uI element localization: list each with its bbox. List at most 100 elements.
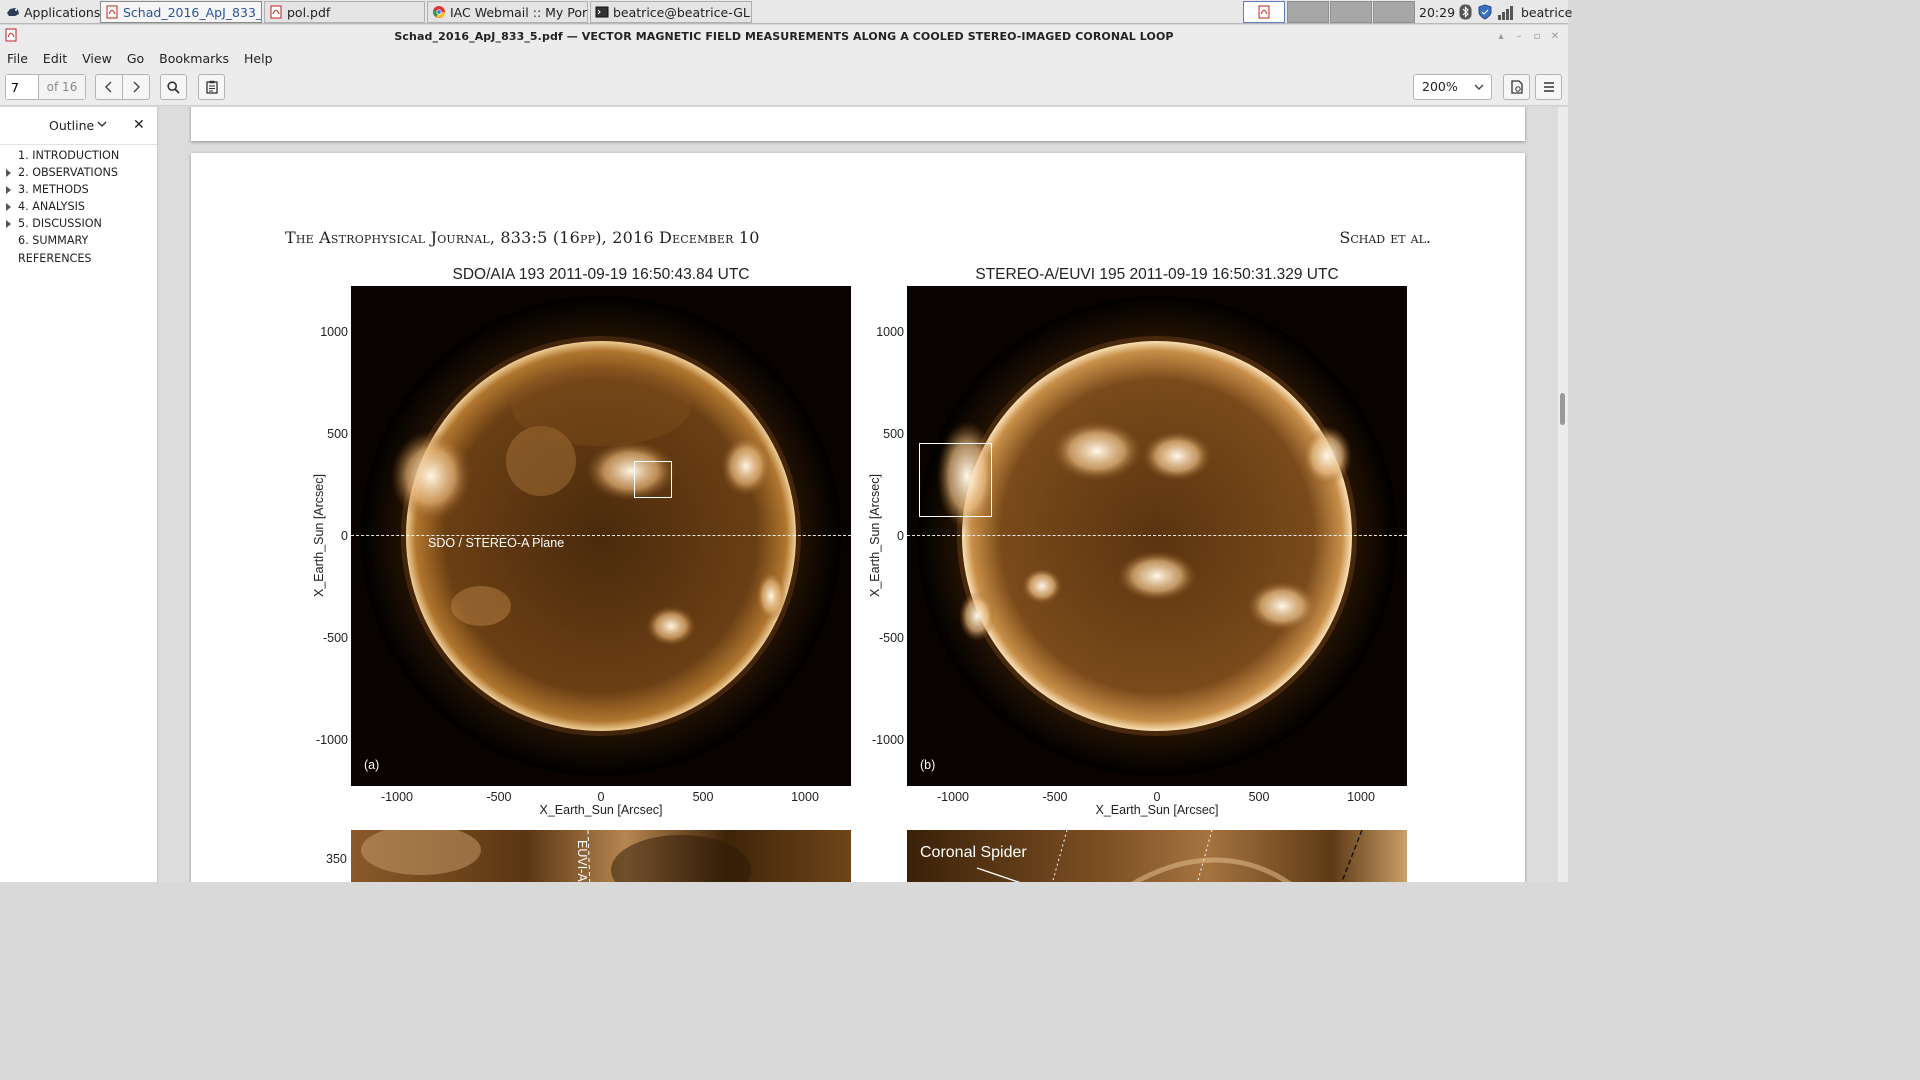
page-number-input[interactable] [6,75,39,99]
x-tick: -1000 [381,790,413,804]
menu-edit[interactable]: Edit [43,49,67,69]
previous-page [191,107,1525,141]
page-selector: of 16 [5,74,86,100]
task-label: IAC Webmail :: My Porta... [450,4,588,20]
plane-label: SDO / STEREO-A Plane [428,536,565,550]
y-tick: 500 [883,427,904,441]
chevron-down-icon[interactable] [97,119,107,129]
page-count: of 16 [39,75,85,99]
task-terminal[interactable]: beatrice@beatrice-GL55... [590,1,752,23]
euvi-a-label: EUVI-A [575,840,589,882]
menu-go[interactable]: Go [127,49,144,69]
workspace-2[interactable] [1287,1,1329,23]
region-box-a [634,461,672,498]
expand-triangle-icon[interactable] [6,169,11,178]
outline-item-discussion[interactable]: 5. DISCUSSION [0,215,157,232]
x-tick: 0 [597,790,605,804]
document-view[interactable]: The Astrophysical Journal, 833:5 (16pp),… [159,107,1559,882]
outline-item-methods[interactable]: 3. METHODS [0,181,157,198]
x-tick: -500 [1042,790,1068,804]
clipboard-icon [205,80,218,94]
menu-bookmarks[interactable]: Bookmarks [159,49,229,69]
window-menu-icon[interactable]: ▴ [1494,30,1508,43]
bluetooth-icon[interactable] [1459,4,1472,20]
workspace-1[interactable] [1243,1,1285,23]
hamburger-menu-button[interactable] [1535,74,1562,100]
applications-menu[interactable]: Applications [2,2,104,22]
user-name[interactable]: beatrice [1521,5,1572,20]
x-tick: 500 [1248,790,1270,804]
y-tick: -1000 [316,733,348,747]
xfce-mouse-icon [7,8,19,16]
vpn-shield-icon[interactable] [1477,4,1493,20]
y-tick: -1000 [872,733,904,747]
menu-file[interactable]: File [7,49,28,69]
menu-icon [1543,82,1554,92]
pdf-icon [105,5,119,19]
task-pol-pdf[interactable]: pol.pdf [264,1,425,23]
outline-list: 1. INTRODUCTION 2. OBSERVATIONS 3. METHO… [0,145,157,267]
x-tick: 1000 [1347,790,1375,804]
stereo-euvi-sun-image: (b) [907,286,1407,786]
outline-item-references[interactable]: REFERENCES [0,250,157,267]
document-properties-button[interactable] [1503,74,1530,100]
outline-item-label: 5. DISCUSSION [18,217,102,231]
journal-running-header: The Astrophysical Journal, 833:5 (16pp),… [285,228,760,247]
x-tick: 1000 [791,790,819,804]
page-navigation [95,74,150,100]
outline-item-analysis[interactable]: 4. ANALYSIS [0,198,157,215]
plane-line [351,535,851,536]
sun-disk-a [351,286,851,786]
panel-b-title: STEREO-A/EUVI 195 2011-09-19 16:50:31.32… [975,266,1339,283]
pdf-icon [269,5,283,19]
menu-help[interactable]: Help [244,49,273,69]
signal-strength-icon[interactable] [1497,5,1514,20]
expand-triangle-icon[interactable] [6,203,11,212]
next-page-button[interactable] [122,75,149,99]
zoom-value: 200% [1422,79,1458,94]
outline-sidebar: Outline ✕ 1. INTRODUCTION 2. OBSERVATION… [0,107,158,882]
chrome-icon [432,5,446,19]
x-axis-label: X_Earth_Sun [Arcsec] [1095,803,1219,817]
sidebar-mode-label[interactable]: Outline [49,118,94,133]
x-tick: -500 [486,790,512,804]
region-box-b [919,443,992,517]
expand-triangle-icon[interactable] [6,186,11,195]
x-tick: 500 [692,790,714,804]
scrollbar-thumb[interactable] [1560,393,1565,425]
maximize-icon[interactable]: ▫ [1530,30,1544,43]
task-schad-pdf[interactable]: Schad_2016_ApJ_833_5... [100,1,262,23]
minimize-icon[interactable]: – [1512,30,1526,43]
outline-item-label: 4. ANALYSIS [18,200,85,214]
outline-item-label: 2. OBSERVATIONS [18,166,118,180]
workspace-4[interactable] [1373,1,1415,23]
zoom-select[interactable]: 200% [1413,74,1492,100]
workspace-3[interactable] [1330,1,1372,23]
search-icon [167,80,180,94]
toolbar: of 16 200% [0,69,1568,106]
applications-label: Applications [24,4,101,20]
menu-bar: File Edit View Go Bookmarks Help [0,49,1568,69]
author-running-header: Schad et al. [1339,228,1431,247]
window-title: Schad_2016_ApJ_833_5.pdf — VECTOR MAGNET… [394,30,1174,43]
outline-item-observations[interactable]: 2. OBSERVATIONS [0,164,157,181]
outline-item-introduction[interactable]: 1. INTRODUCTION [0,147,157,164]
task-label: Schad_2016_ApJ_833_5... [123,4,262,20]
window-titlebar: Schad_2016_ApJ_833_5.pdf — VECTOR MAGNET… [0,25,1568,49]
taskbar: Applications Schad_2016_ApJ_833_5... pol… [0,0,1572,24]
y-tick: 1000 [876,325,904,339]
menu-view[interactable]: View [82,49,112,69]
outline-item-summary[interactable]: 6. SUMMARY [0,232,157,249]
previous-page-button[interactable] [96,75,122,99]
task-webmail[interactable]: IAC Webmail :: My Porta... [427,1,588,23]
close-icon[interactable]: ✕ [1548,30,1562,43]
terminal-icon [595,5,609,19]
clock[interactable]: 20:29 [1419,5,1455,20]
annotations-button[interactable] [198,74,225,100]
vertical-scrollbar[interactable] [1558,107,1568,882]
expand-triangle-icon[interactable] [6,220,11,229]
sun-disk-b [907,286,1407,786]
task-label: beatrice@beatrice-GL55... [613,4,751,20]
close-sidebar-icon[interactable]: ✕ [133,117,145,133]
search-button[interactable] [160,74,187,100]
